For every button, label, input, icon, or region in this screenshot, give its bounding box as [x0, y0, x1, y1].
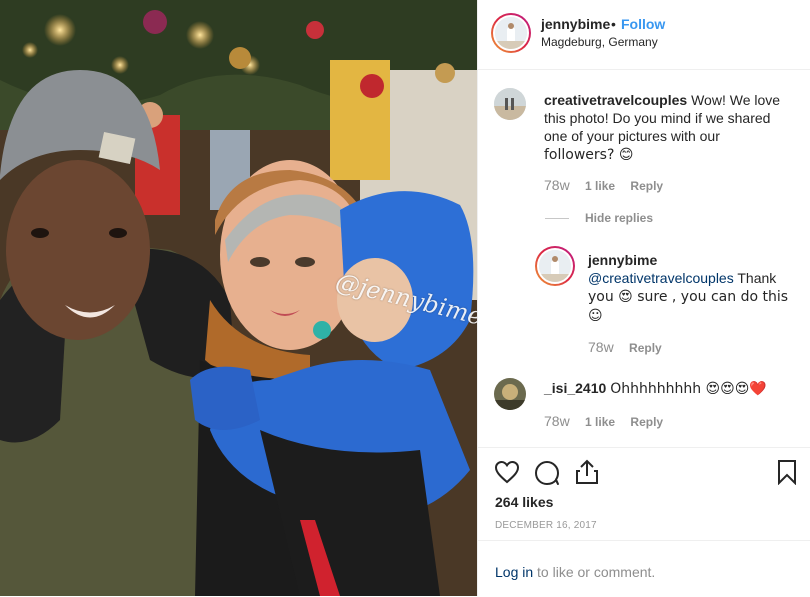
post-photo[interactable]: @jennybime [0, 0, 477, 596]
post-side-panel: jennybime • Follow Magdeburg, Germany cr… [477, 0, 810, 596]
hide-replies-button[interactable]: Hide replies [545, 211, 653, 225]
comment-likes-button[interactable]: 1 like [585, 415, 615, 429]
comment-meta: 78w 1 like Reply [544, 413, 675, 429]
comment-text: Ohhhhhhhhh 😍😍😍❤️ [610, 381, 767, 397]
comment-icon[interactable] [534, 460, 560, 486]
divider-line [545, 218, 569, 220]
comment-username[interactable]: _isi_2410 [544, 380, 606, 396]
bookmark-icon[interactable] [777, 459, 797, 485]
comment-meta: 78w 1 like Reply [544, 177, 675, 193]
comment-text: followers? 😊 [544, 147, 634, 163]
post-location[interactable]: Magdeburg, Germany [541, 35, 658, 49]
comment-text: this photo! Do you mind if we shared [544, 110, 771, 126]
comment-body: _isi_2410 Ohhhhhhhhh 😍😍😍❤️ [544, 379, 804, 398]
reply-button[interactable]: Reply [629, 341, 662, 355]
reply-body: jennybime @creativetravelcouples Thank y… [588, 251, 798, 325]
reply-username[interactable]: jennybime [588, 252, 657, 268]
reply-text: ☺ [588, 308, 603, 324]
like-count[interactable]: 264 likes [495, 494, 553, 510]
hide-replies-label: Hide replies [585, 211, 654, 225]
comment-body: creativetravelcouples Wow! We love this … [544, 91, 794, 164]
commenter-avatar[interactable] [494, 88, 526, 120]
reply-button[interactable]: Reply [630, 179, 663, 193]
reply-author-avatar[interactable] [535, 246, 575, 286]
reply-text: Thank [733, 270, 777, 286]
avatar-image-icon [494, 88, 526, 120]
comment-text: one of your pictures with our [544, 128, 720, 144]
comment-text: Wow! We love [691, 92, 781, 108]
comment-likes-button[interactable]: 1 like [585, 179, 615, 193]
follow-button[interactable]: Follow [621, 16, 665, 32]
author-username[interactable]: jennybime [541, 16, 610, 32]
post-header: jennybime • Follow Magdeburg, Germany [478, 0, 810, 70]
author-avatar[interactable] [491, 13, 531, 53]
avatar-image-icon [495, 17, 527, 49]
reply-meta: 78w Reply [588, 339, 674, 355]
reply-button[interactable]: Reply [630, 415, 663, 429]
reply-age[interactable]: 78w [588, 339, 614, 355]
login-link[interactable]: Log in [495, 564, 533, 580]
login-prompt: Log in to like or comment. [495, 564, 655, 580]
post-date[interactable]: DECEMBER 16, 2017 [495, 520, 597, 531]
reply-text: you 😍 sure , you can do this [588, 289, 789, 305]
heart-icon[interactable] [494, 460, 520, 484]
login-suffix: to like or comment. [533, 564, 656, 580]
instagram-post: @jennybime jennybime • Follow Magdeburg,… [0, 0, 810, 596]
post-actions: 264 likes DECEMBER 16, 2017 [478, 447, 810, 538]
comment-age[interactable]: 78w [544, 413, 570, 429]
share-icon[interactable] [574, 458, 600, 486]
mention-link[interactable]: @creativetravelcouples [588, 270, 734, 286]
avatar-image-icon [494, 378, 526, 410]
avatar-image-icon [539, 250, 571, 282]
comment-age[interactable]: 78w [544, 177, 570, 193]
login-footer: Log in to like or comment. [478, 540, 810, 597]
comment-username[interactable]: creativetravelcouples [544, 92, 687, 108]
commenter-avatar[interactable] [494, 378, 526, 410]
separator-dot: • [611, 16, 616, 32]
